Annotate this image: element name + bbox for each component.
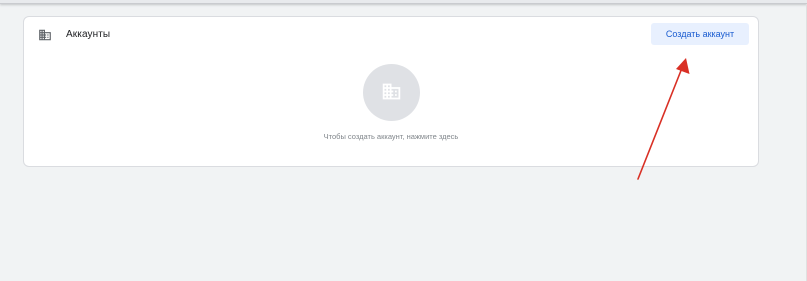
empty-state-message[interactable]: Чтобы создать аккаунт, нажмите здесь (24, 132, 758, 141)
card-title: Аккаунты (66, 29, 111, 40)
create-account-button[interactable]: Создать аккаунт (651, 23, 749, 45)
top-toolbar-shadow (0, 0, 807, 4)
accounts-card-header: Аккаунты Создать аккаунт (24, 17, 758, 55)
empty-state-icon-circle[interactable] (363, 64, 420, 121)
building-icon (382, 83, 401, 100)
building-icon (39, 29, 51, 41)
accounts-card: Аккаунты Создать аккаунт Чтобы создать а… (23, 16, 759, 167)
